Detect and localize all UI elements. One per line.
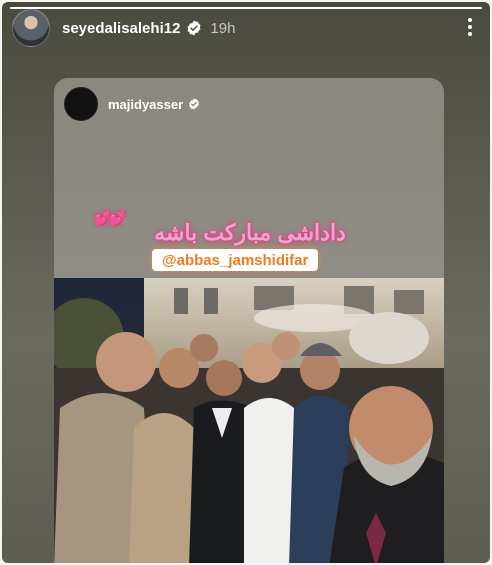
shared-post-header[interactable]: majidyasser (64, 87, 200, 121)
story-progress-fill (10, 7, 482, 9)
mention-sticker[interactable]: @abbas_jamshidifar (152, 249, 319, 271)
verified-badge-icon (186, 20, 202, 36)
shared-post-card[interactable]: majidyasser 💕💕 داداشی مبارکت باشه @abbas… (54, 78, 444, 563)
verified-badge-icon (188, 98, 200, 110)
story-viewer: seyedalisalehi12 19h majidyasser 💕💕 دادا… (2, 2, 490, 563)
group-selfie-photo (54, 278, 444, 563)
story-header: seyedalisalehi12 19h (12, 9, 480, 47)
shared-post-avatar[interactable] (64, 87, 98, 121)
more-vertical-icon[interactable] (460, 12, 480, 42)
story-progress-bar (10, 7, 482, 9)
story-time-ago: 19h (210, 19, 236, 37)
caption-sticker: داداشی مبارکت باشه (154, 220, 346, 245)
story-username[interactable]: seyedalisalehi12 (62, 20, 180, 37)
shared-post-username[interactable]: majidyasser (108, 97, 183, 112)
profile-avatar[interactable] (12, 9, 50, 47)
